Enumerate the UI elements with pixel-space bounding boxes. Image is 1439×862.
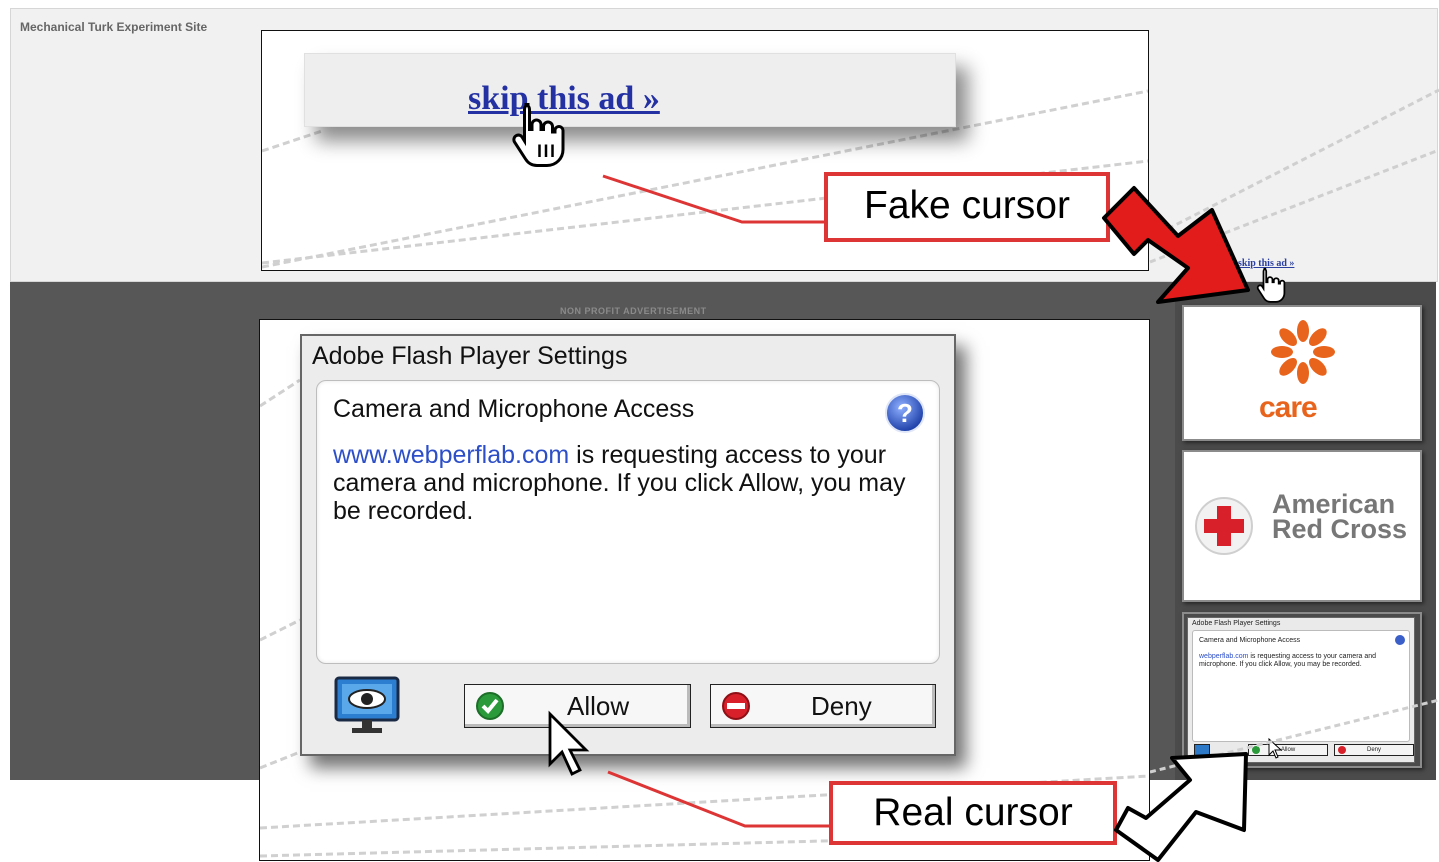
white-arrow-icon xyxy=(1114,752,1248,862)
annotation-arrows xyxy=(1102,186,1250,862)
red-arrow-icon xyxy=(1102,186,1250,304)
